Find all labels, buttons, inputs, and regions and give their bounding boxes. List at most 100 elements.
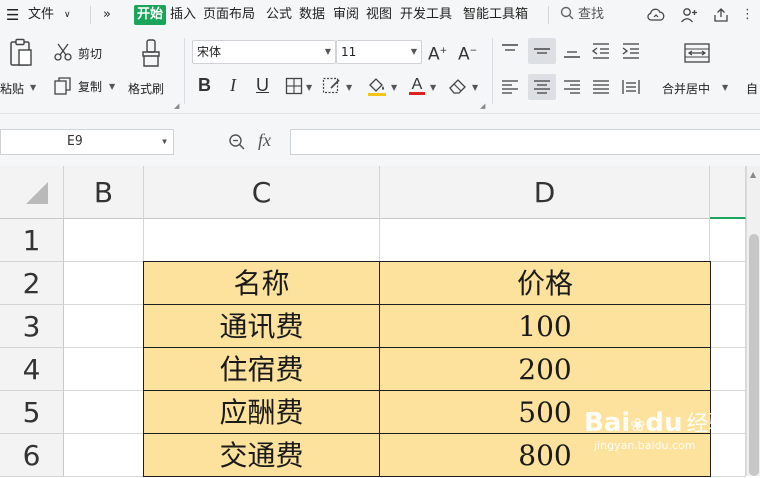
- border-icon[interactable]: [285, 77, 303, 99]
- tab-home[interactable]: 开始: [134, 5, 167, 25]
- fill-color-icon[interactable]: [366, 75, 388, 101]
- scrollbar-thumb[interactable]: [749, 234, 759, 476]
- font-name-select[interactable]: 宋体 ▼: [192, 40, 336, 64]
- add-user-icon[interactable]: [680, 7, 698, 27]
- row-header-3[interactable]: 3: [0, 305, 64, 348]
- tab-insert[interactable]: 插入: [170, 0, 196, 30]
- align-center-icon[interactable]: [528, 74, 556, 100]
- align-middle-icon[interactable]: [528, 38, 556, 64]
- paste-icon[interactable]: [8, 38, 34, 72]
- cell-e4[interactable]: [710, 348, 746, 391]
- table-cell-name[interactable]: 应酬费: [143, 390, 380, 434]
- column-header-c[interactable]: C: [144, 166, 380, 219]
- search-button[interactable]: 查找: [578, 0, 604, 30]
- row-header-2[interactable]: 2: [0, 262, 64, 305]
- column-header-e[interactable]: [710, 166, 746, 219]
- chevron-down-icon[interactable]: ▼: [472, 83, 478, 92]
- chevron-down-icon[interactable]: ▼: [109, 82, 115, 91]
- font-size-select[interactable]: 11 ▼: [336, 40, 422, 64]
- copy-button[interactable]: 复制: [78, 78, 102, 95]
- vertical-scrollbar[interactable]: ▲: [746, 166, 760, 476]
- increase-font-icon[interactable]: A+: [428, 40, 447, 66]
- row-header-6[interactable]: 6: [0, 434, 64, 477]
- function-icon[interactable]: fx: [258, 130, 271, 151]
- table-cell-price[interactable]: 200: [379, 347, 711, 391]
- format-painter-icon[interactable]: [140, 38, 162, 72]
- chevron-down-icon[interactable]: ▼: [346, 83, 352, 92]
- tab-developer[interactable]: 开发工具: [400, 0, 452, 30]
- file-menu[interactable]: 文件: [28, 0, 54, 30]
- cell-b2[interactable]: [64, 262, 144, 305]
- format-painter-button[interactable]: 格式刷: [128, 80, 164, 97]
- row-header-5[interactable]: 5: [0, 391, 64, 434]
- table-cell-name[interactable]: 住宿费: [143, 347, 380, 391]
- group-expand-icon[interactable]: ◢: [480, 102, 485, 110]
- table-cell-name[interactable]: 通讯费: [143, 304, 380, 348]
- cell-b1[interactable]: [64, 219, 144, 262]
- cell-e3[interactable]: [710, 305, 746, 348]
- copy-icon[interactable]: [53, 76, 73, 100]
- zoom-search-icon[interactable]: [228, 133, 246, 155]
- font-color-icon[interactable]: A: [407, 74, 427, 100]
- column-header-d[interactable]: D: [380, 166, 710, 219]
- cloud-sync-icon[interactable]: [646, 7, 666, 27]
- row-header-1[interactable]: 1: [0, 219, 64, 262]
- group-expand-icon[interactable]: ◢: [174, 102, 179, 110]
- chevron-down-icon[interactable]: ▼: [430, 83, 436, 92]
- align-bottom-icon[interactable]: [562, 42, 582, 64]
- chevron-down-icon[interactable]: ∨: [64, 0, 71, 30]
- justify-icon[interactable]: [591, 78, 611, 100]
- increase-indent-icon[interactable]: [621, 42, 641, 64]
- paste-button[interactable]: 粘贴: [0, 80, 24, 97]
- chevron-down-icon[interactable]: ▼: [722, 83, 728, 92]
- tab-formulas[interactable]: 公式: [266, 0, 292, 30]
- chevron-down-icon[interactable]: ▼: [306, 83, 312, 92]
- tab-review[interactable]: 审阅: [333, 0, 359, 30]
- table-cell-name[interactable]: 交通费: [143, 433, 380, 477]
- cell-b3[interactable]: [64, 305, 144, 348]
- scroll-up-icon[interactable]: ▲: [750, 170, 756, 179]
- align-top-icon[interactable]: [500, 42, 520, 64]
- cut-button[interactable]: 剪切: [78, 45, 102, 62]
- italic-icon[interactable]: I: [230, 74, 236, 96]
- cell-b4[interactable]: [64, 348, 144, 391]
- more-tabs-icon[interactable]: »: [103, 0, 111, 30]
- tab-smart-toolbox[interactable]: 智能工具箱: [463, 0, 528, 30]
- align-left-icon[interactable]: [500, 78, 520, 100]
- tab-view[interactable]: 视图: [366, 0, 392, 30]
- eraser-icon[interactable]: [448, 77, 468, 99]
- cell-c1[interactable]: [144, 219, 380, 262]
- cell-e2[interactable]: [710, 262, 746, 305]
- align-right-icon[interactable]: [562, 78, 582, 100]
- cell-b6[interactable]: [64, 434, 144, 477]
- hamburger-menu-icon[interactable]: ☰: [6, 0, 19, 30]
- tab-page-layout[interactable]: 页面布局: [203, 0, 255, 30]
- merge-center-icon[interactable]: [683, 42, 711, 68]
- column-header-b[interactable]: B: [64, 166, 144, 219]
- cell-style-icon[interactable]: [322, 77, 342, 99]
- decrease-font-icon[interactable]: A−: [458, 40, 477, 66]
- underline-icon[interactable]: U: [256, 74, 269, 96]
- scissors-icon[interactable]: [53, 42, 73, 66]
- chevron-down-icon[interactable]: ▼: [30, 83, 36, 92]
- more-options-icon[interactable]: ⋮: [741, 0, 754, 30]
- tab-data[interactable]: 数据: [299, 0, 325, 30]
- header-cell-name[interactable]: 名称: [143, 261, 380, 305]
- search-icon[interactable]: [560, 0, 574, 30]
- share-icon[interactable]: [712, 7, 730, 27]
- chevron-down-icon[interactable]: ▼: [391, 83, 397, 92]
- formula-input[interactable]: [290, 129, 760, 155]
- name-box[interactable]: E9 ▼: [0, 129, 174, 155]
- row-header-4[interactable]: 4: [0, 348, 64, 391]
- table-cell-price[interactable]: 100: [379, 304, 711, 348]
- header-cell-price[interactable]: 价格: [379, 261, 711, 305]
- cell-e1[interactable]: [710, 219, 746, 262]
- bold-icon[interactable]: B: [198, 74, 211, 96]
- auto-wrap-button[interactable]: 自: [746, 80, 758, 97]
- select-all-corner[interactable]: [0, 166, 64, 219]
- cell-b5[interactable]: [64, 391, 144, 434]
- merge-center-button[interactable]: 合并居中: [662, 80, 710, 97]
- cell-d1[interactable]: [380, 219, 710, 262]
- distributed-align-icon[interactable]: [621, 78, 641, 100]
- decrease-indent-icon[interactable]: [591, 42, 611, 64]
